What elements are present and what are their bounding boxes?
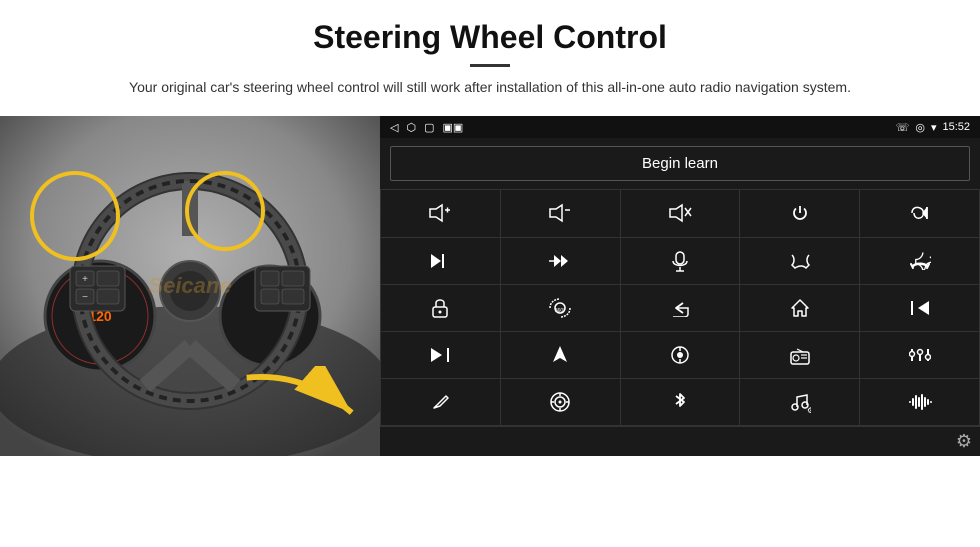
ctrl-skip-back[interactable]: [860, 285, 979, 331]
ctrl-volume-down[interactable]: [501, 190, 620, 236]
content-area: 120 +: [0, 116, 980, 547]
highlight-circle-left: [30, 171, 120, 261]
ctrl-phone-answer[interactable]: [740, 238, 859, 284]
ctrl-source[interactable]: [621, 332, 740, 378]
car-image-area: 120 +: [0, 116, 380, 456]
signal-icon: ▣▣: [442, 121, 463, 134]
android-statusbar: ◁ ⬡ ▢ ▣▣ ☏ ◎ ▾ 15:52: [380, 116, 980, 138]
time-display: 15:52: [942, 121, 970, 133]
svg-text:⚙: ⚙: [807, 406, 811, 413]
statusbar-right: ☏ ◎ ▾ 15:52: [896, 121, 970, 134]
ctrl-360-camera[interactable]: 360°: [501, 285, 620, 331]
ctrl-pen[interactable]: [381, 379, 500, 425]
phone-status-icon: ☏: [896, 121, 910, 134]
home-nav-icon[interactable]: ⬡: [406, 121, 416, 134]
svg-text:360°: 360°: [555, 308, 565, 314]
ctrl-equalizer[interactable]: [860, 332, 979, 378]
ctrl-music[interactable]: ⚙: [740, 379, 859, 425]
android-panel: ◁ ⬡ ▢ ▣▣ ☏ ◎ ▾ 15:52 Begin learn: [380, 116, 980, 456]
ctrl-volume-up[interactable]: [381, 190, 500, 236]
controls-grid: 360°: [380, 189, 980, 426]
svg-text:+: +: [82, 274, 88, 285]
ctrl-radio[interactable]: [740, 332, 859, 378]
statusbar-left: ◁ ⬡ ▢ ▣▣: [390, 121, 463, 134]
ctrl-home[interactable]: [740, 285, 859, 331]
ctrl-microphone[interactable]: [621, 238, 740, 284]
settings-bar: ⚙: [380, 426, 980, 456]
ctrl-fast-forward[interactable]: [501, 238, 620, 284]
ctrl-next-track[interactable]: [381, 238, 500, 284]
ctrl-soundwave[interactable]: [860, 379, 979, 425]
ctrl-target[interactable]: [501, 379, 620, 425]
ctrl-car-lock[interactable]: [381, 285, 500, 331]
highlight-circle-right: [185, 171, 265, 251]
ctrl-phone-prev[interactable]: [860, 190, 979, 236]
page-title: Steering Wheel Control: [60, 18, 920, 56]
ctrl-navigate[interactable]: [501, 332, 620, 378]
location-status-icon: ◎: [915, 121, 925, 134]
ctrl-mute[interactable]: [621, 190, 740, 236]
header-section: Steering Wheel Control Your original car…: [0, 0, 980, 106]
ctrl-back-arrow[interactable]: [621, 285, 740, 331]
ctrl-bluetooth[interactable]: [621, 379, 740, 425]
ctrl-skip-forward[interactable]: [381, 332, 500, 378]
title-divider: [470, 64, 510, 67]
ctrl-phone-hangup[interactable]: [860, 238, 979, 284]
settings-gear-icon[interactable]: ⚙: [956, 431, 972, 452]
page-wrapper: Steering Wheel Control Your original car…: [0, 0, 980, 547]
ctrl-power[interactable]: [740, 190, 859, 236]
subtitle-text: Your original car's steering wheel contr…: [115, 77, 865, 98]
svg-text:−: −: [82, 292, 88, 303]
begin-learn-button[interactable]: Begin learn: [390, 146, 970, 181]
back-nav-icon[interactable]: ◁: [390, 121, 398, 134]
begin-learn-row: Begin learn: [380, 138, 980, 189]
recents-nav-icon[interactable]: ▢: [424, 121, 434, 134]
wifi-status-icon: ▾: [931, 121, 937, 134]
